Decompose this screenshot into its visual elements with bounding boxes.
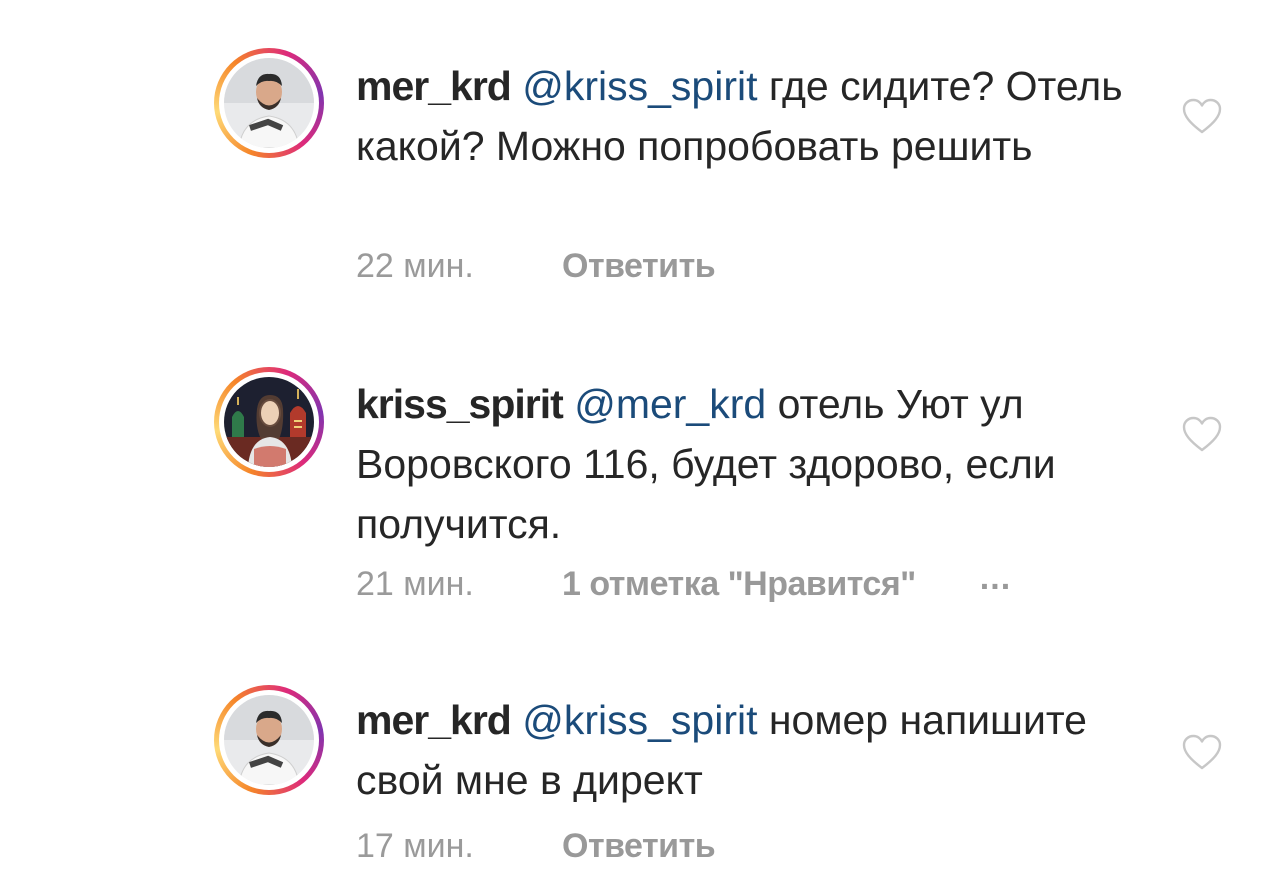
- avatar-photo-icon: [224, 58, 314, 148]
- comment-mention[interactable]: @mer_krd: [574, 381, 766, 427]
- comment-username[interactable]: kriss_spirit: [356, 381, 564, 427]
- reply-button[interactable]: Ответить: [562, 247, 716, 285]
- avatar[interactable]: [214, 685, 324, 795]
- comment-mention[interactable]: @kriss_spirit: [522, 63, 757, 109]
- comment-mention[interactable]: @kriss_spirit: [522, 697, 757, 743]
- more-options-button[interactable]: ...: [980, 558, 1011, 598]
- comment-username[interactable]: mer_krd: [356, 63, 512, 109]
- comment-meta: 17 мин. Ответить: [356, 826, 716, 866]
- avatar-photo-icon: [224, 695, 314, 785]
- comment-text: kriss_spirit @mer_krd отель Уют ул Воров…: [356, 374, 1136, 554]
- avatar-photo-icon: [224, 377, 314, 467]
- comment-text: mer_krd @kriss_spirit где сидите? Отель …: [356, 56, 1136, 176]
- avatar[interactable]: [214, 367, 324, 477]
- comment-meta: 22 мин. Ответить: [356, 246, 716, 286]
- reply-button[interactable]: Ответить: [562, 827, 716, 865]
- heart-outline-icon[interactable]: [1180, 96, 1224, 136]
- comment-meta: 21 мин. 1 отметка "Нравится"...: [356, 559, 1011, 604]
- heart-outline-icon[interactable]: [1180, 732, 1224, 772]
- likes-count-button[interactable]: 1 отметка "Нравится": [562, 565, 916, 603]
- comment-username[interactable]: mer_krd: [356, 697, 512, 743]
- comment-time: 21 мин.: [356, 565, 474, 603]
- comment-time: 17 мин.: [356, 827, 474, 865]
- heart-outline-icon[interactable]: [1180, 414, 1224, 454]
- comments-list: mer_krd @kriss_spirit где сидите? Отель …: [0, 0, 1280, 880]
- comment-time: 22 мин.: [356, 247, 474, 285]
- comment-text: mer_krd @kriss_spirit номер напишите сво…: [356, 690, 1136, 810]
- avatar[interactable]: [214, 48, 324, 158]
